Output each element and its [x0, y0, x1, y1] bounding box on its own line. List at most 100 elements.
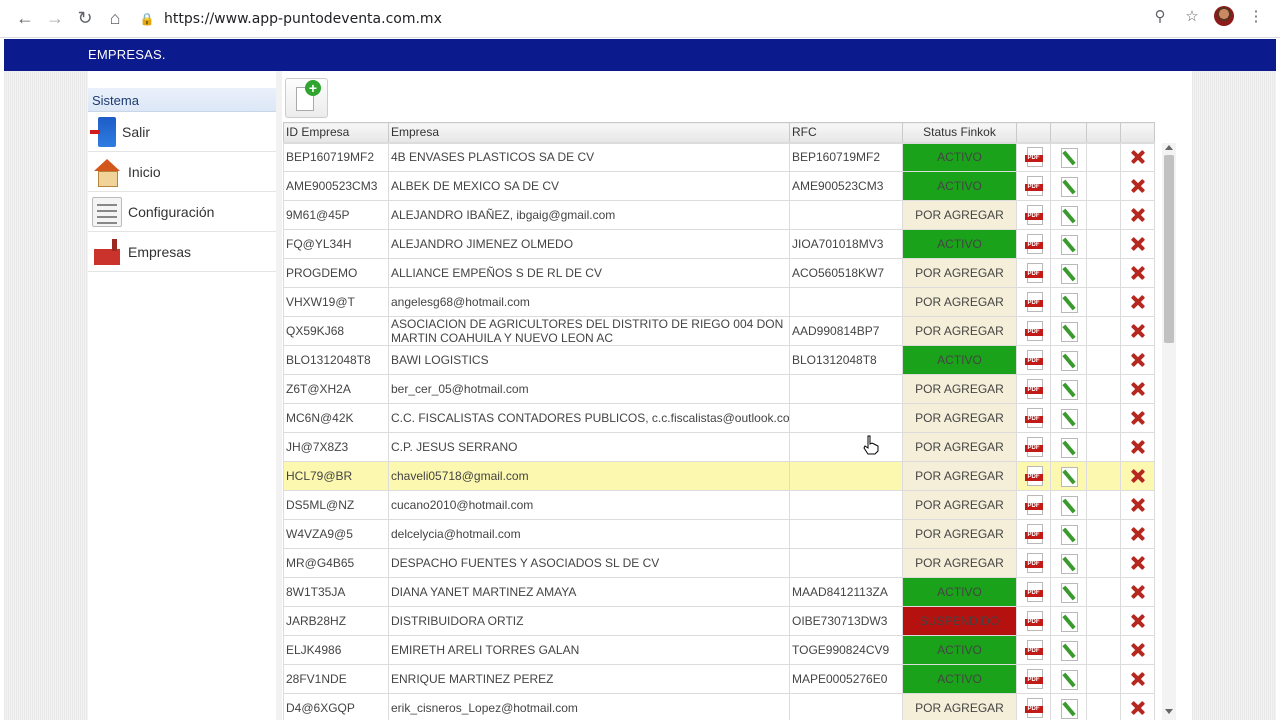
- delete-icon[interactable]: [1130, 178, 1146, 194]
- pdf-icon[interactable]: [1024, 263, 1043, 283]
- delete-icon[interactable]: [1130, 294, 1146, 310]
- pdf-icon[interactable]: [1024, 698, 1043, 718]
- delete-icon[interactable]: [1130, 613, 1146, 629]
- pdf-icon[interactable]: [1024, 611, 1043, 631]
- table-row[interactable]: BLO1312048T8 BAWI LOGISTICS BLO1312048T8 AC…: [283, 345, 1155, 375]
- pdf-icon[interactable]: [1024, 495, 1043, 515]
- star-icon[interactable]: ☆: [1182, 6, 1202, 26]
- table-row[interactable]: D4@6XGQP erik_cisneros_Lopez@hotmail.com P…: [283, 693, 1155, 720]
- edit-icon[interactable]: [1060, 640, 1078, 661]
- table-scrollbar[interactable]: [1162, 143, 1176, 720]
- add-company-button[interactable]: +: [285, 78, 328, 118]
- edit-icon[interactable]: [1060, 205, 1078, 226]
- edit-icon[interactable]: [1060, 408, 1078, 429]
- sidebar-item-salir[interactable]: Salir: [88, 112, 276, 152]
- pdf-icon[interactable]: [1024, 379, 1043, 399]
- edit-icon[interactable]: [1060, 524, 1078, 545]
- delete-icon[interactable]: [1130, 439, 1146, 455]
- edit-icon[interactable]: [1060, 263, 1078, 284]
- edit-icon[interactable]: [1060, 669, 1078, 690]
- edit-icon[interactable]: [1060, 582, 1078, 603]
- pdf-icon[interactable]: [1024, 321, 1043, 341]
- pdf-icon[interactable]: [1024, 147, 1043, 168]
- url-input[interactable]: [164, 11, 764, 27]
- delete-icon[interactable]: [1130, 149, 1146, 165]
- table-row[interactable]: W4VZA9@5 delcelycia@hotmail.com POR AGREGA…: [283, 519, 1155, 549]
- pdf-icon[interactable]: [1024, 582, 1043, 602]
- pdf-icon[interactable]: [1024, 205, 1043, 225]
- delete-icon[interactable]: [1130, 497, 1146, 513]
- edit-icon[interactable]: [1060, 147, 1078, 169]
- table-row[interactable]: 28FV1NDE ENRIQUE MARTINEZ PEREZ MAPE000527…: [283, 664, 1155, 694]
- table-row[interactable]: MR@G4B65 DESPACHO FUENTES Y ASOCIADOS SL …: [283, 548, 1155, 578]
- table-row[interactable]: 9M61@45P ALEJANDRO IBAÑEZ, ibgaig@gmail.c…: [283, 200, 1155, 230]
- delete-icon[interactable]: [1130, 642, 1146, 658]
- column-header-rfc[interactable]: RFC: [789, 122, 903, 143]
- reload-icon[interactable]: ↻: [70, 4, 100, 34]
- sidebar-item-empresas[interactable]: Empresas: [88, 232, 276, 272]
- table-row[interactable]: JH@7X8Z3 C.P. JESUS SERRANO POR AGREGAR: [283, 432, 1155, 462]
- delete-icon[interactable]: [1130, 352, 1146, 368]
- edit-icon[interactable]: [1060, 466, 1078, 487]
- edit-icon[interactable]: [1060, 611, 1078, 632]
- pdf-icon[interactable]: [1024, 669, 1043, 689]
- edit-icon[interactable]: [1060, 234, 1078, 255]
- edit-icon[interactable]: [1060, 553, 1078, 574]
- edit-icon[interactable]: [1060, 698, 1078, 719]
- pdf-icon[interactable]: [1024, 640, 1043, 660]
- delete-icon[interactable]: [1130, 584, 1146, 600]
- pdf-icon[interactable]: [1024, 524, 1043, 544]
- table-row[interactable]: VHXW19@T angelesg68@hotmail.com POR AGREGA…: [283, 287, 1155, 317]
- forward-icon[interactable]: →: [40, 4, 70, 34]
- pdf-icon[interactable]: [1024, 292, 1043, 312]
- scroll-thumb[interactable]: [1164, 155, 1174, 343]
- edit-icon[interactable]: [1060, 437, 1078, 458]
- table-row[interactable]: QX59KJ68 ASOCIACION DE AGRICULTORES DEL D…: [283, 316, 1155, 346]
- delete-icon[interactable]: [1130, 468, 1146, 484]
- column-header-id[interactable]: ID Empresa: [283, 122, 389, 143]
- table-row[interactable]: FQ@YL34H ALEJANDRO JIMENEZ OLMEDO JIOA7010…: [283, 229, 1155, 259]
- delete-icon[interactable]: [1130, 236, 1146, 252]
- delete-icon[interactable]: [1130, 526, 1146, 542]
- column-header-empresa[interactable]: Empresa: [388, 122, 790, 143]
- delete-icon[interactable]: [1130, 265, 1146, 281]
- address-bar[interactable]: 🔒: [140, 6, 1210, 32]
- table-row[interactable]: PROGDEMO ALLIANCE EMPEÑOS S DE RL DE CV AC…: [283, 258, 1155, 288]
- table-row[interactable]: Z6T@XH2A ber_cer_05@hotmail.com POR AGREGA…: [283, 374, 1155, 404]
- pdf-icon[interactable]: [1024, 408, 1043, 428]
- scroll-up-arrow-icon[interactable]: [1165, 145, 1173, 150]
- table-row[interactable]: 8W1T35JA DIANA YANET MARTINEZ AMAYA MAAD84…: [283, 577, 1155, 607]
- home-icon[interactable]: ⌂: [100, 4, 130, 34]
- delete-icon[interactable]: [1130, 323, 1146, 339]
- edit-icon[interactable]: [1060, 379, 1078, 400]
- pdf-icon[interactable]: [1024, 234, 1043, 254]
- pdf-icon[interactable]: [1024, 466, 1043, 486]
- table-row[interactable]: BEP160719MF2 4B ENVASES PLASTICOS SA DE C…: [283, 141, 1155, 172]
- avatar[interactable]: [1214, 6, 1234, 26]
- edit-icon[interactable]: [1060, 176, 1078, 197]
- back-icon[interactable]: ←: [10, 4, 40, 34]
- key-icon[interactable]: ⚲: [1150, 6, 1170, 26]
- edit-icon[interactable]: [1060, 495, 1078, 516]
- edit-icon[interactable]: [1060, 292, 1078, 313]
- delete-icon[interactable]: [1130, 410, 1146, 426]
- table-row[interactable]: MC6N@42K C.C. FISCALISTAS CONTADORES PUBL…: [283, 403, 1155, 433]
- table-row[interactable]: DS5ML@NZ cucano2010@hotmail.com POR AGREGA…: [283, 490, 1155, 520]
- sidebar-item-inicio[interactable]: Inicio: [88, 152, 276, 192]
- table-row[interactable]: AME900523CM3 ALBEK DE MEXICO SA DE CV AME9…: [283, 171, 1155, 201]
- table-row[interactable]: ELJK4986 EMIRETH ARELI TORRES GALAN TOGE99…: [283, 635, 1155, 665]
- table-row[interactable]: JARB28HZ DISTRIBUIDORA ORTIZ OIBE730713DW3…: [283, 606, 1155, 636]
- delete-icon[interactable]: [1130, 555, 1146, 571]
- pdf-icon[interactable]: [1024, 553, 1043, 573]
- delete-icon[interactable]: [1130, 700, 1146, 716]
- sidebar-item-configuracion[interactable]: Configuración: [88, 192, 276, 232]
- edit-icon[interactable]: [1060, 350, 1078, 371]
- pdf-icon[interactable]: [1024, 176, 1043, 196]
- column-header-status[interactable]: Status Finkok: [902, 122, 1017, 143]
- menu-dots-icon[interactable]: ⋮: [1246, 6, 1266, 26]
- pdf-icon[interactable]: [1024, 350, 1043, 370]
- scroll-down-arrow-icon[interactable]: [1165, 709, 1173, 714]
- delete-icon[interactable]: [1130, 381, 1146, 397]
- delete-icon[interactable]: [1130, 671, 1146, 687]
- table-row[interactable]: HCL79@BR chaveli05718@gmail.com POR AGREGA…: [283, 461, 1155, 491]
